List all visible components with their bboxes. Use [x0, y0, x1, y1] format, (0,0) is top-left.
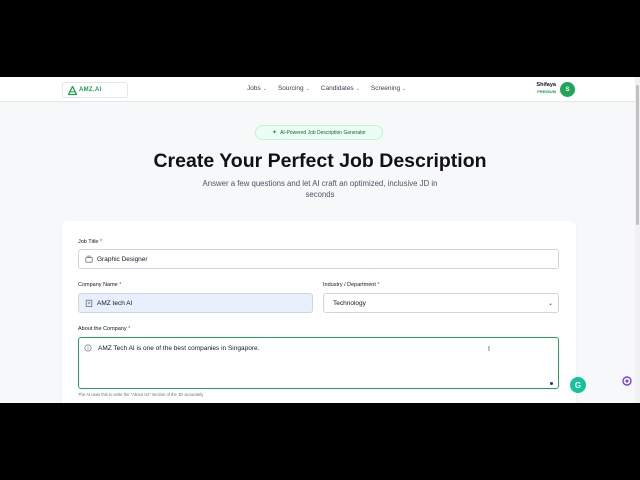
nav-screening[interactable]: Screening ⌄: [371, 85, 406, 92]
main-nav: Jobs ⌄ Sourcing ⌄ Candidates ⌄ Screening ⌄: [247, 85, 417, 92]
nav-candidates-label: Candidates: [320, 85, 354, 92]
scrollbar-thumb[interactable]: [636, 85, 639, 225]
text-cursor-icon: I: [488, 346, 490, 353]
logo-text: AMZ.AI: [79, 87, 102, 93]
company-name-input[interactable]: AMZ tech AI: [78, 293, 313, 313]
about-company-value: AMZ Tech AI is one of the best companies…: [98, 345, 260, 352]
briefcase-icon: [85, 255, 93, 263]
info-icon: [84, 344, 92, 354]
job-title-label: Job Title *: [78, 239, 102, 245]
user-tier-badge: PREMIUM: [537, 89, 556, 94]
required-mark: *: [100, 239, 103, 245]
company-name-label: Company Name *: [78, 282, 121, 288]
company-name-label-text: Company Name: [78, 282, 118, 288]
extension-icon[interactable]: [621, 375, 633, 387]
job-title-value: Graphic Designer: [97, 255, 148, 263]
job-title-label-text: Job Title: [78, 239, 99, 245]
industry-label: Industry / Department *: [323, 282, 380, 288]
industry-select[interactable]: Technology ⌄: [323, 293, 559, 313]
industry-label-text: Industry / Department: [323, 282, 376, 288]
logo-icon: [68, 86, 77, 95]
badge-text: AI-Powered Job Description Generator: [280, 129, 366, 136]
nav-screening-label: Screening: [370, 85, 401, 92]
avatar[interactable]: S: [560, 82, 575, 97]
sparkle-icon: ✦: [272, 130, 278, 136]
user-info[interactable]: Shifaya PREMIUM: [536, 82, 556, 94]
nav-candidates[interactable]: Candidates ⌄: [321, 85, 360, 92]
about-company-textarea[interactable]: AMZ Tech AI is one of the best companies…: [78, 337, 559, 389]
nav-sourcing-label: Sourcing: [277, 85, 304, 92]
job-description-form: Job Title * Graphic Designer Company Nam…: [62, 221, 576, 403]
page-scrollbar[interactable]: [635, 77, 640, 403]
chevron-down-icon: ⌄: [547, 301, 553, 307]
about-company-label: About the Company *: [78, 326, 130, 332]
nav-sourcing[interactable]: Sourcing ⌄: [278, 85, 310, 92]
about-company-label-text: About the Company: [78, 326, 127, 332]
job-title-input[interactable]: Graphic Designer: [78, 249, 559, 269]
required-mark: *: [119, 282, 122, 288]
grammarly-icon[interactable]: G: [570, 377, 586, 393]
building-icon: [85, 299, 93, 307]
page-title: Create Your Perfect Job Description: [153, 150, 487, 172]
company-name-value: AMZ tech AI: [97, 299, 133, 307]
chevron-down-icon: ⌄: [355, 85, 360, 92]
resize-handle[interactable]: [550, 382, 553, 385]
about-company-hint: The AI uses this to write the "About Us"…: [78, 392, 204, 397]
top-navigation-bar: AMZ.AI Jobs ⌄ Sourcing ⌄ Candidates ⌄ Scree…: [0, 77, 640, 102]
ai-generator-badge: ✦ AI-Powered Job Description Generator: [255, 125, 383, 140]
required-mark: *: [377, 282, 380, 288]
page-subtitle: Answer a few questions and let AI craft …: [202, 179, 438, 199]
app-viewport: AMZ.AI Jobs ⌄ Sourcing ⌄ Candidates ⌄ Scree…: [0, 77, 640, 403]
chevron-down-icon: ⌄: [305, 85, 310, 92]
user-name: Shifaya: [536, 82, 556, 88]
logo[interactable]: AMZ.AI: [62, 82, 128, 98]
nav-jobs-label: Jobs: [247, 85, 261, 92]
required-mark: *: [128, 326, 131, 332]
nav-jobs[interactable]: Jobs ⌄: [247, 85, 267, 92]
chevron-down-icon: ⌄: [262, 85, 267, 92]
chevron-down-icon: ⌄: [402, 85, 407, 92]
industry-value: Technology: [333, 299, 366, 307]
